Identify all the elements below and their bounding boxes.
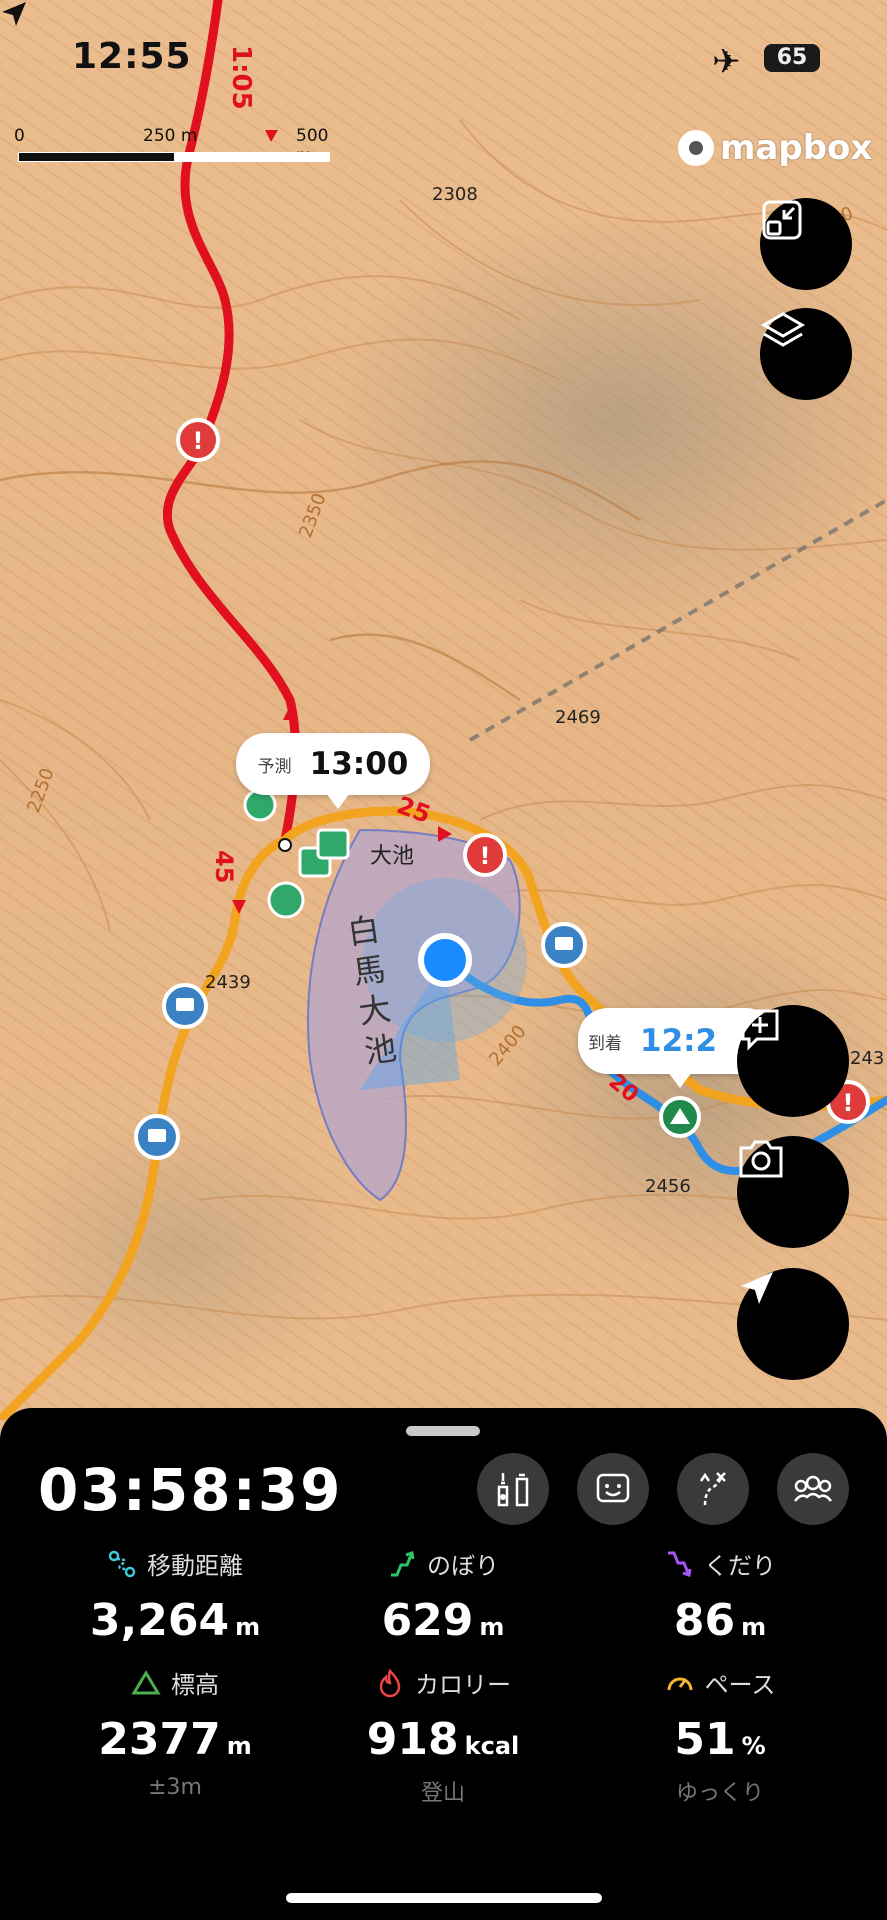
- elevation-label: 2469: [555, 707, 601, 728]
- stat-label: 移動距離: [147, 1552, 243, 1580]
- stat-label: のぼり: [427, 1552, 499, 1580]
- route-deviation-button[interactable]: [677, 1453, 749, 1525]
- stat-value: 2377: [98, 1714, 221, 1765]
- stat-value: 629: [381, 1595, 474, 1646]
- emoji-icon: [596, 1473, 630, 1503]
- comment-marker: [134, 1114, 180, 1160]
- stat-label: カロリー: [415, 1671, 511, 1699]
- elevation-label: 2456: [645, 1176, 691, 1197]
- stat-distance: 移動距離 3,264 m: [35, 1546, 315, 1646]
- stat-value: 51: [674, 1714, 736, 1765]
- shrink-icon: [762, 200, 802, 240]
- airplane-mode-icon: ✈: [712, 42, 741, 82]
- comment-marker: [162, 983, 208, 1029]
- stat-altitude: 標高 2377 m ±3m: [35, 1665, 315, 1800]
- stat-descent: くだり 86 m: [580, 1546, 860, 1646]
- map-layers-button[interactable]: [760, 308, 852, 400]
- home-indicator[interactable]: [286, 1893, 602, 1903]
- battery-indicator: 65: [764, 44, 820, 72]
- warning-marker: !: [463, 833, 507, 877]
- route-fork-icon: [699, 1472, 726, 1506]
- activity-panel: 03:58:39 移動距離 3,264 m のぼり 629 m くだり 86 m 標高…: [0, 1408, 887, 1920]
- stat-unit: %: [741, 1732, 766, 1760]
- route-time-label: 45: [210, 850, 238, 884]
- arrival-time: 12:2: [640, 1023, 718, 1059]
- emoji-reaction-button[interactable]: [577, 1453, 649, 1525]
- gear-items-icon: [497, 1473, 529, 1507]
- scale-label: 0: [14, 126, 25, 146]
- hut-marker: [316, 828, 350, 860]
- svg-text:!: !: [843, 1089, 854, 1117]
- navigation-arrow-icon: [741, 1272, 773, 1304]
- camera-button[interactable]: [737, 1136, 849, 1248]
- group-icon: [794, 1475, 832, 1502]
- comment-marker: [541, 922, 587, 968]
- add-note-icon: [741, 1009, 779, 1051]
- recenter-location-button[interactable]: [737, 1268, 849, 1380]
- map-view[interactable]: ! ! ! 1:05 45 25 20 2308 2350 2469 2439 …: [0, 0, 887, 1420]
- stat-label: くだり: [704, 1552, 776, 1580]
- stat-value: 3,264: [89, 1595, 230, 1646]
- speedometer-icon: [667, 1677, 693, 1690]
- scale-track: [18, 152, 330, 162]
- flower-marker: [267, 881, 305, 919]
- layers-icon: [761, 312, 805, 347]
- location-services-icon: [2, 2, 26, 26]
- stat-sub: 登山: [420, 1781, 465, 1806]
- group-members-button[interactable]: [777, 1453, 849, 1525]
- elapsed-time: 03:58:39: [38, 1456, 343, 1524]
- elevation-label: 2308: [432, 184, 478, 205]
- stat-label: ペース: [704, 1671, 776, 1699]
- camera-icon: [739, 1140, 783, 1178]
- predicted-label: 予測: [257, 756, 292, 777]
- warning-marker: !: [176, 418, 220, 462]
- stat-unit: m: [235, 1613, 261, 1641]
- route-time-label: 1:05: [226, 45, 256, 110]
- distance-icon: [108, 1550, 136, 1577]
- status-time: 12:55: [72, 36, 192, 77]
- elevation-label: 243: [850, 1048, 885, 1069]
- add-memo-button[interactable]: [737, 1005, 849, 1117]
- stat-value: 86: [673, 1595, 736, 1646]
- stat-unit: m: [479, 1613, 505, 1641]
- stat-unit: m: [226, 1732, 252, 1760]
- stat-value: 918: [366, 1714, 459, 1765]
- elevation-label: 2439: [205, 972, 251, 993]
- mapbox-logo-icon: [678, 130, 714, 166]
- predicted-time-bubble[interactable]: 予測 13:00: [236, 733, 430, 809]
- stat-sub: ゆっくり: [675, 1781, 764, 1806]
- stat-label: 標高: [171, 1671, 219, 1699]
- stat-pace: ペース 51% ゆっくり: [580, 1665, 860, 1807]
- gear-check-button[interactable]: [477, 1453, 549, 1525]
- stat-unit: kcal: [464, 1732, 520, 1760]
- peak-marker: [659, 1096, 701, 1138]
- svg-text:!: !: [480, 842, 491, 870]
- predicted-time: 13:00: [309, 746, 409, 782]
- pond-label: 大池: [370, 844, 415, 869]
- stat-calories: カロリー 918 kcal 登山: [303, 1665, 583, 1807]
- mapbox-logo: mapbox: [678, 128, 872, 168]
- current-location-dot: [418, 933, 472, 987]
- ascent-icon: [391, 1550, 415, 1576]
- stat-unit: m: [741, 1613, 767, 1641]
- mountain-icon: [131, 1669, 161, 1694]
- mapbox-logo-text: mapbox: [720, 128, 873, 168]
- stat-sub: ±3m: [148, 1775, 202, 1800]
- scale-label: 250 m: [143, 126, 198, 146]
- panel-drag-handle[interactable]: [406, 1426, 480, 1436]
- arrival-label: 到着: [588, 1033, 622, 1054]
- descent-icon: [668, 1551, 692, 1577]
- shrink-map-button[interactable]: [760, 198, 852, 290]
- flame-icon: [379, 1668, 401, 1697]
- svg-text:!: !: [193, 427, 204, 455]
- stat-ascent: のぼり 629 m: [303, 1546, 583, 1646]
